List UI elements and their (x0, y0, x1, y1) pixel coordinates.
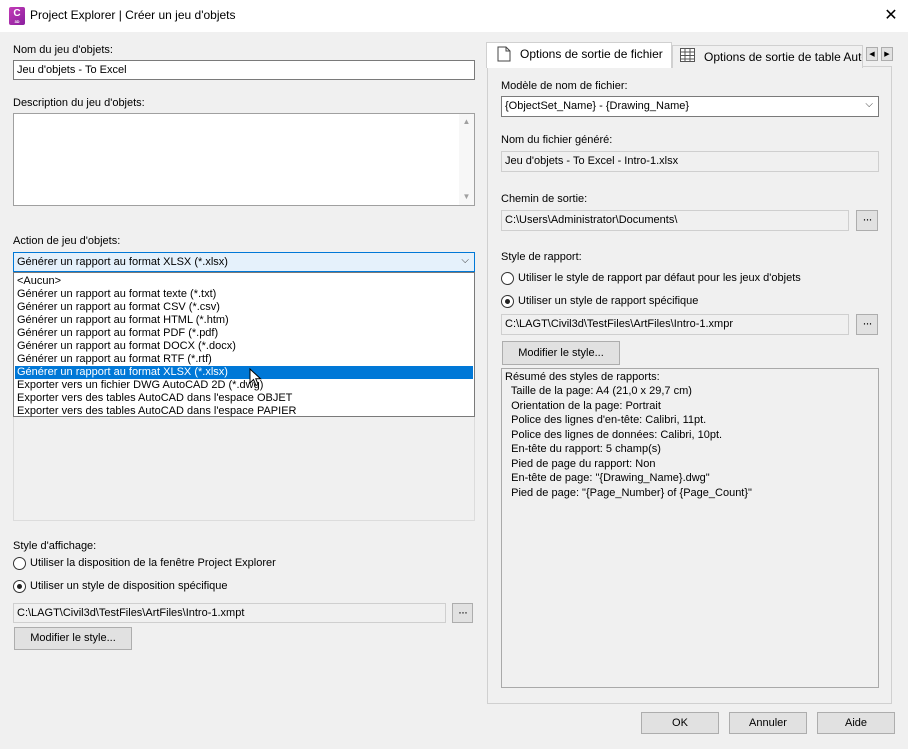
summary-line: En-tête de page: "{Drawing_Name}.dwg" (505, 472, 710, 484)
action-option[interactable]: <Aucun> (15, 275, 473, 288)
generated-filename-label: Nom du fichier généré: (501, 134, 613, 146)
radio-specific-report-style[interactable] (501, 295, 514, 308)
summary-line: Taille de la page: A4 (21,0 x 29,7 cm) (505, 385, 692, 397)
summary-line: Police des lignes d'en-tête: Calibri, 11… (505, 414, 707, 426)
object-set-name-label: Nom du jeu d'objets: (13, 44, 113, 56)
scroll-down-arrow-icon[interactable]: ▼ (459, 190, 474, 204)
object-set-description-textarea[interactable]: ▲ ▼ (13, 113, 475, 206)
generated-filename-field: Jeu d'objets - To Excel - Intro-1.xlsx (501, 151, 879, 172)
tab-file-output-label: Options de sortie de fichier (520, 47, 663, 61)
object-set-action-label: Action de jeu d'objets: (13, 235, 121, 247)
action-option[interactable]: Générer un rapport au format CSV (*.csv) (15, 301, 473, 314)
mouse-cursor-icon (249, 368, 262, 387)
tab-table-output-label: Options de sortie de table AutoCAD (704, 50, 862, 64)
table-icon (680, 48, 695, 62)
report-style-summary-box: Résumé des styles de rapports: Taille de… (501, 368, 879, 688)
description-text (14, 114, 474, 118)
action-option[interactable]: Exporter vers un fichier DWG AutoCAD 2D … (15, 379, 473, 392)
object-set-name-input[interactable]: Jeu d'objets - To Excel (13, 60, 475, 80)
chevron-down-icon: ⌵ (461, 255, 469, 266)
output-path-label: Chemin de sortie: (501, 193, 588, 205)
object-set-description-label: Description du jeu d'objets: (13, 97, 145, 109)
chevron-down-icon: ⌵ (865, 99, 873, 110)
radio-use-window-layout[interactable] (13, 557, 26, 570)
radio-default-report-style[interactable] (501, 272, 514, 285)
window-title: Project Explorer | Créer un jeu d'objets (30, 8, 236, 22)
tab-autocad-table-output-options[interactable]: Options de sortie de table AutoCAD (672, 45, 863, 68)
ok-button[interactable]: OK (641, 712, 719, 734)
action-option[interactable]: Générer un rapport au format DOCX (*.doc… (15, 340, 473, 353)
action-dropdown-list: <Aucun> Générer un rapport au format tex… (13, 272, 475, 417)
summary-line: Pied de page: "{Page_Number} of {Page_Co… (505, 487, 752, 499)
browse-report-style-button[interactable]: ··· (856, 314, 878, 335)
radio-use-specific-layout[interactable] (13, 580, 26, 593)
modify-layout-style-button[interactable]: Modifier le style... (14, 627, 132, 650)
layout-style-path-field[interactable]: C:\LAGT\Civil3d\TestFiles\ArtFiles\Intro… (13, 603, 446, 623)
action-selected-value: Générer un rapport au format XLSX (*.xls… (17, 256, 228, 268)
filename-model-select[interactable]: {ObjectSet_Name} - {Drawing_Name} ⌵ (501, 96, 879, 117)
radio-use-specific-layout-label: Utiliser un style de disposition spécifi… (30, 580, 228, 592)
summary-line: Pied de page du rapport: Non (505, 458, 656, 470)
radio-specific-report-style-label: Utiliser un style de rapport spécifique (518, 295, 699, 307)
document-icon (497, 46, 511, 62)
action-option[interactable]: Générer un rapport au format PDF (*.pdf) (15, 327, 473, 340)
action-option[interactable]: Générer un rapport au format texte (*.tx… (15, 288, 473, 301)
display-style-label: Style d'affichage: (13, 540, 97, 552)
summary-line: En-tête du rapport: 5 champ(s) (505, 443, 661, 455)
scroll-up-arrow-icon[interactable]: ▲ (459, 115, 474, 129)
tab-file-output-options[interactable]: Options de sortie de fichier (486, 42, 672, 68)
object-set-action-select[interactable]: Générer un rapport au format XLSX (*.xls… (13, 252, 475, 272)
summary-line: Orientation de la page: Portrait (505, 400, 661, 412)
help-button[interactable]: Aide (817, 712, 895, 734)
action-option[interactable]: Exporter vers des tables AutoCAD dans l'… (15, 405, 473, 418)
browse-output-path-button[interactable]: ··· (856, 210, 878, 231)
tab-scroll-right-icon[interactable]: ▶ (881, 47, 893, 61)
app-icon-sub: 3D (14, 19, 20, 24)
summary-line: Résumé des styles de rapports: (505, 371, 660, 383)
summary-line: Police des lignes de données: Calibri, 1… (505, 429, 723, 441)
report-style-label: Style de rapport: (501, 251, 582, 263)
modify-report-style-button[interactable]: Modifier le style... (502, 341, 620, 365)
cancel-button[interactable]: Annuler (729, 712, 807, 734)
radio-use-window-layout-label: Utiliser la disposition de la fenêtre Pr… (30, 557, 276, 569)
radio-default-report-style-label: Utiliser le style de rapport par défaut … (518, 272, 801, 284)
report-style-path-field[interactable]: C:\LAGT\Civil3d\TestFiles\ArtFiles\Intro… (501, 314, 849, 335)
action-option[interactable]: Générer un rapport au format HTML (*.htm… (15, 314, 473, 327)
app-icon-letter: C (13, 8, 21, 19)
browse-layout-style-button[interactable]: ··· (452, 603, 473, 623)
action-option[interactable]: Exporter vers des tables AutoCAD dans l'… (15, 392, 473, 405)
description-scrollbar[interactable]: ▲ ▼ (459, 114, 474, 205)
output-path-field[interactable]: C:\Users\Administrator\Documents\ (501, 210, 849, 231)
close-icon[interactable]: ✕ (880, 5, 902, 27)
action-option[interactable]: Générer un rapport au format RTF (*.rtf) (15, 353, 473, 366)
filename-model-value: {ObjectSet_Name} - {Drawing_Name} (505, 100, 690, 112)
action-option-selected[interactable]: Générer un rapport au format XLSX (*.xls… (15, 366, 473, 379)
filename-model-label: Modèle de nom de fichier: (501, 80, 628, 92)
tab-scroll-left-icon[interactable]: ◀ (866, 47, 878, 61)
civil3d-app-icon: C 3D (9, 7, 25, 25)
